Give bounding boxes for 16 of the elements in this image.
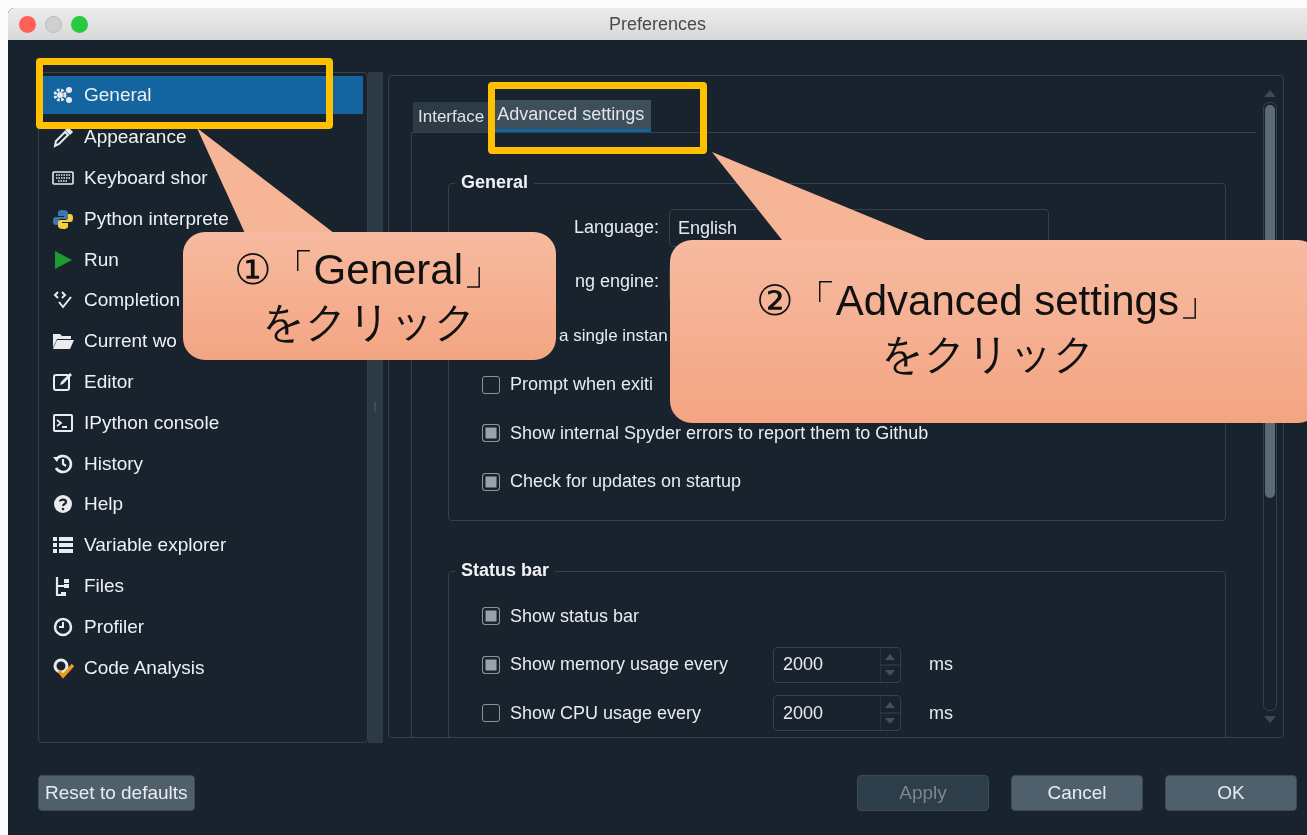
- checkbox-label: Check for updates on startup: [510, 471, 742, 493]
- field-label: Language:: [572, 217, 660, 238]
- checkbox-label: Prompt when exiti: [510, 374, 654, 396]
- checkbox-label: Show internal Spyder errors to report them to Github: [510, 422, 929, 444]
- unit-label: ms: [929, 702, 953, 724]
- checkbox-label: a single instan: [559, 326, 668, 347]
- callout-text: をクリック: [262, 297, 477, 347]
- checkbox-label: Show CPU usage every: [510, 702, 703, 724]
- callout-text: をクリック: [881, 328, 1096, 379]
- field-label: ng engine:: [573, 271, 660, 292]
- checkbox-label: Show memory usage every: [510, 654, 730, 676]
- callout-text: ②「Advanced settings」: [756, 276, 1221, 326]
- checkbox-label: Show status bar: [510, 605, 640, 627]
- unit-label: ms: [929, 654, 953, 676]
- callout-text: ①「General」: [233, 244, 506, 295]
- window-title: Preferences: [608, 13, 707, 35]
